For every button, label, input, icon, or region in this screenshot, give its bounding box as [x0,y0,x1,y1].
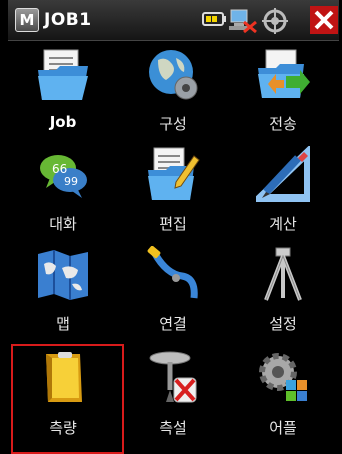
device-screen: M JOB1 Job 구성 전송 66 99 대화 편집 계산 맵 연결 설정 … [8,0,339,454]
menu-item-chat[interactable]: 66 99 대화 [8,140,118,240]
map-icon [38,250,88,300]
job-title: JOB1 [44,10,92,30]
battery-icon[interactable] [201,8,229,30]
menu-item-settings[interactable]: 설정 [228,240,338,340]
main-menu-grid: Job 구성 전송 66 99 대화 편집 계산 맵 연결 설정 측량 측설 어… [8,40,339,454]
close-icon[interactable] [310,6,338,34]
menu-item-job[interactable]: Job [8,40,118,140]
menu-item-map[interactable]: 맵 [8,240,118,340]
menu-item-calc[interactable]: 계산 [228,140,338,240]
menu-item-survey[interactable]: 측량 [8,344,118,444]
apps-gear-icon [259,353,307,401]
menu-label: 설정 [269,315,297,333]
tripod-icon [264,247,302,301]
stakeout-icon [149,351,197,403]
menu-item-edit[interactable]: 편집 [118,140,228,240]
globe-gear-icon [149,50,198,100]
menu-item-config[interactable]: 구성 [118,40,228,140]
svg-text:99: 99 [64,175,78,188]
menu-label: 대화 [49,215,77,233]
menu-label: 구성 [159,115,187,133]
menu-item-apps[interactable]: 어플 [228,344,338,444]
menu-label: 전송 [269,115,297,133]
app-logo[interactable]: M [15,8,39,32]
title-bar: M JOB1 [8,0,339,41]
folder-document-icon [38,49,88,100]
satellite-icon[interactable] [262,8,288,34]
menu-item-stakeout[interactable]: 측설 [118,344,228,444]
folder-transfer-icon [258,49,310,98]
chat-bubbles-icon: 66 99 [40,155,87,198]
menu-label: 맵 [56,315,70,333]
menu-label: Job [49,113,77,131]
menu-item-connect[interactable]: 연결 [118,240,228,340]
menu-label: 계산 [269,215,297,233]
menu-label: 어플 [269,419,297,437]
network-icon[interactable] [228,8,258,34]
folder-edit-icon [148,147,200,200]
menu-label: 측설 [159,419,187,437]
menu-label: 연결 [159,315,187,333]
cable-icon [147,246,198,299]
menu-label: 측량 [49,419,77,437]
ruler-pencil-icon [256,146,310,202]
menu-label: 편집 [159,215,187,233]
svg-text:66: 66 [52,162,67,176]
survey-book-icon [46,352,82,402]
menu-item-transfer[interactable]: 전송 [228,40,338,140]
